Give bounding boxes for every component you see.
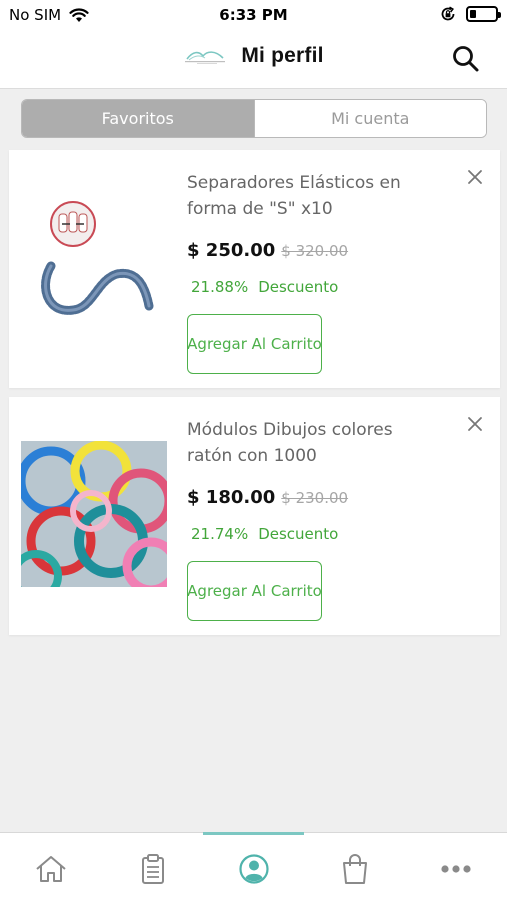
product-old-price: $ 230.00 — [281, 489, 349, 507]
price-row: $ 250.00 $ 320.00 — [187, 240, 348, 261]
discount-percent: 21.74% — [191, 525, 249, 543]
app-header: Mi perfil — [0, 32, 507, 88]
tab-profile[interactable] — [234, 849, 274, 889]
search-icon — [453, 46, 479, 72]
tab-more[interactable] — [436, 849, 476, 889]
favorite-card: Módulos Dibujos colores ratón con 1000 $… — [9, 397, 500, 635]
elastic-separators-image[interactable] — [21, 194, 167, 340]
page-title: Mi perfil — [241, 44, 324, 67]
tab-cart[interactable] — [335, 849, 375, 889]
discount-row: 21.88% Descuento — [191, 278, 338, 296]
colored-modules-image[interactable] — [21, 441, 167, 587]
profile-segmented-control: Favoritos Mi cuenta — [21, 99, 487, 138]
orientation-lock-icon — [441, 6, 455, 21]
more-icon — [441, 865, 471, 873]
tab-favoritos[interactable]: Favoritos — [22, 100, 254, 137]
favorite-card: Separadores Elásticos en forma de "S" x1… — [9, 150, 500, 388]
tab-mi-cuenta[interactable]: Mi cuenta — [253, 100, 486, 137]
remove-favorite-button[interactable] — [466, 168, 484, 186]
tab-home[interactable] — [31, 849, 71, 889]
header-title-group: Mi perfil — [0, 44, 507, 68]
status-bar: No SIM 6:33 PM — [0, 0, 507, 32]
remove-favorite-button[interactable] — [466, 415, 484, 433]
discount-row: 21.74% Descuento — [191, 525, 338, 543]
discount-percent: 21.88% — [191, 278, 249, 296]
bottom-tab-bar — [0, 832, 507, 900]
discount-label: Descuento — [258, 278, 339, 296]
search-button[interactable] — [451, 44, 481, 74]
product-old-price: $ 320.00 — [281, 242, 349, 260]
clipboard-icon — [142, 854, 164, 884]
product-price: $ 250.00 — [187, 240, 276, 261]
status-time: 6:33 PM — [219, 6, 288, 24]
add-to-cart-button[interactable]: Agregar Al Carrito — [187, 561, 322, 621]
tab-orders[interactable] — [133, 849, 173, 889]
discount-label: Descuento — [258, 525, 339, 543]
product-title[interactable]: Módulos Dibujos colores ratón con 1000 — [187, 417, 442, 469]
product-title[interactable]: Separadores Elásticos en forma de "S" x1… — [187, 170, 442, 222]
add-to-cart-button[interactable]: Agregar Al Carrito — [187, 314, 322, 374]
close-icon — [468, 170, 482, 184]
battery-icon — [466, 6, 501, 22]
favorites-content: Favoritos Mi cuenta Separadores Elástico… — [0, 88, 507, 832]
status-right — [440, 6, 501, 22]
brand-logo-icon — [185, 51, 226, 64]
battery-level — [470, 10, 476, 18]
close-icon — [468, 417, 482, 431]
home-icon — [36, 856, 66, 882]
product-price: $ 180.00 — [187, 487, 276, 508]
shopping-bag-icon — [343, 854, 367, 884]
active-tab-indicator — [203, 832, 304, 835]
price-row: $ 180.00 $ 230.00 — [187, 487, 348, 508]
profile-icon — [239, 854, 269, 884]
